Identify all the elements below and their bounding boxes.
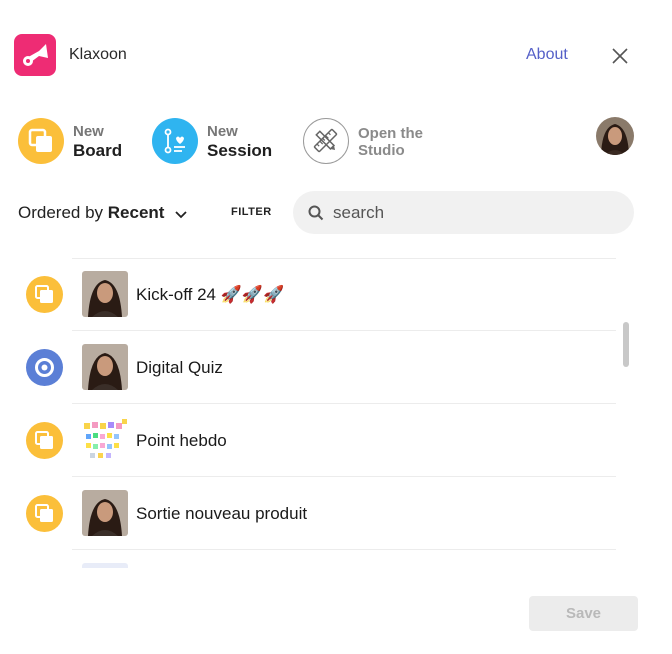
item-thumbnail xyxy=(82,490,128,536)
item-title: Point hebdo xyxy=(136,431,227,450)
about-link[interactable]: About xyxy=(526,46,568,64)
sort-dropdown[interactable]: Ordered by Recent xyxy=(18,203,187,224)
new-board-line2: Board xyxy=(73,141,123,160)
list-item[interactable] xyxy=(0,550,620,568)
studio-line2: Studio xyxy=(358,142,405,159)
new-session-line1: New xyxy=(207,123,238,140)
new-board-line1: New xyxy=(73,123,104,140)
sort-prefix: Ordered by xyxy=(18,203,104,222)
new-session-line2: Session xyxy=(207,141,273,160)
klaxoon-logo xyxy=(14,34,56,76)
session-icon xyxy=(152,118,198,164)
new-board-button[interactable]: New Board xyxy=(18,117,138,167)
item-thumbnail xyxy=(82,563,128,568)
close-icon[interactable] xyxy=(608,44,632,68)
user-avatar[interactable] xyxy=(596,117,634,155)
board-icon xyxy=(26,276,63,313)
list-item[interactable]: Kick-off 24 🚀🚀🚀 xyxy=(0,258,620,331)
session-icon xyxy=(26,349,63,386)
filter-button[interactable]: FILTER xyxy=(231,206,272,218)
item-thumbnail xyxy=(82,344,128,390)
chevron-down-icon xyxy=(175,204,187,224)
board-icon xyxy=(26,422,63,459)
board-icon xyxy=(26,495,63,532)
sort-value: Recent xyxy=(107,203,165,222)
item-list[interactable]: Kick-off 24 🚀🚀🚀 Digital Quiz Point hebdo… xyxy=(0,258,672,568)
save-button[interactable]: Save xyxy=(529,596,638,631)
board-icon xyxy=(18,118,64,164)
list-item[interactable]: Digital Quiz xyxy=(0,331,620,404)
list-item[interactable]: Sortie nouveau produit xyxy=(0,477,620,550)
search-icon xyxy=(308,205,324,221)
item-title: Kick-off 24 🚀🚀🚀 xyxy=(136,285,285,304)
studio-line1: Open the xyxy=(358,125,424,142)
item-title: Sortie nouveau produit xyxy=(136,504,308,523)
item-title: Digital Quiz xyxy=(136,358,223,377)
list-item[interactable]: Point hebdo xyxy=(0,404,620,477)
list-scrollbar[interactable] xyxy=(623,322,629,367)
app-name: Klaxoon xyxy=(69,46,127,63)
item-thumbnail xyxy=(82,417,128,463)
search-bar[interactable] xyxy=(293,191,634,234)
open-studio-button[interactable]: Open the Studio xyxy=(303,117,433,167)
studio-icon xyxy=(303,118,349,164)
item-thumbnail xyxy=(82,271,128,317)
search-input[interactable] xyxy=(333,199,613,226)
new-session-button[interactable]: New Session xyxy=(152,117,282,167)
header: Klaxoon About xyxy=(0,0,672,110)
